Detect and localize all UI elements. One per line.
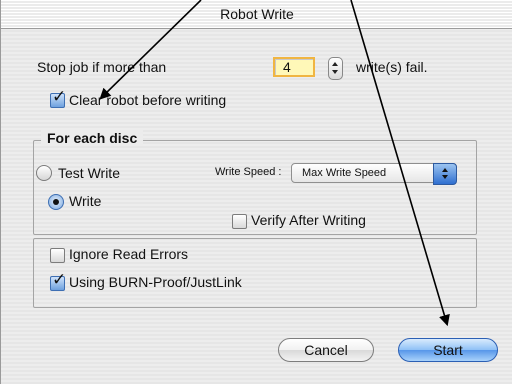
clear-robot-checkbox[interactable]: ✓ <box>50 88 66 108</box>
test-write-label[interactable]: Test Write <box>58 165 120 181</box>
verify-after-writing-label[interactable]: Verify After Writing <box>251 212 366 228</box>
title-bar[interactable]: Robot Write <box>1 0 512 29</box>
test-write-radio[interactable] <box>36 165 52 181</box>
ignore-read-errors-label[interactable]: Ignore Read Errors <box>69 246 188 262</box>
fail-count-stepper[interactable] <box>328 57 343 80</box>
ignore-read-errors-checkbox[interactable] <box>50 248 65 263</box>
fail-suffix-label: write(s) fail. <box>356 59 428 75</box>
cancel-button[interactable]: Cancel <box>278 338 374 362</box>
window-title: Robot Write <box>220 6 294 22</box>
stepper-down-icon[interactable] <box>332 70 338 74</box>
popup-arrows-icon <box>433 163 457 185</box>
stepper-up-icon[interactable] <box>332 62 338 66</box>
verify-after-writing-checkbox[interactable] <box>232 214 247 229</box>
radio-dot-icon <box>53 199 59 205</box>
for-each-disc-legend: For each disc <box>41 130 144 146</box>
fail-count-field[interactable]: 4 <box>273 57 315 77</box>
start-button[interactable]: Start <box>398 338 498 362</box>
clear-robot-label[interactable]: Clear robot before writing <box>69 92 226 108</box>
write-speed-label: Write Speed : <box>215 166 282 178</box>
write-speed-value: Max Write Speed <box>302 167 387 179</box>
stop-job-label: Stop job if more than <box>37 59 167 75</box>
write-label[interactable]: Write <box>69 193 101 209</box>
write-radio[interactable] <box>48 194 64 210</box>
robot-write-dialog: Robot Write Stop job if more than 4 writ… <box>0 0 512 384</box>
check-mark-icon: ✓ <box>52 87 67 106</box>
burn-proof-checkbox[interactable]: ✓ <box>50 271 66 291</box>
check-mark-icon: ✓ <box>52 270 67 289</box>
burn-proof-label[interactable]: Using BURN-Proof/JustLink <box>69 274 242 290</box>
write-speed-popup[interactable]: Max Write Speed <box>291 163 457 185</box>
